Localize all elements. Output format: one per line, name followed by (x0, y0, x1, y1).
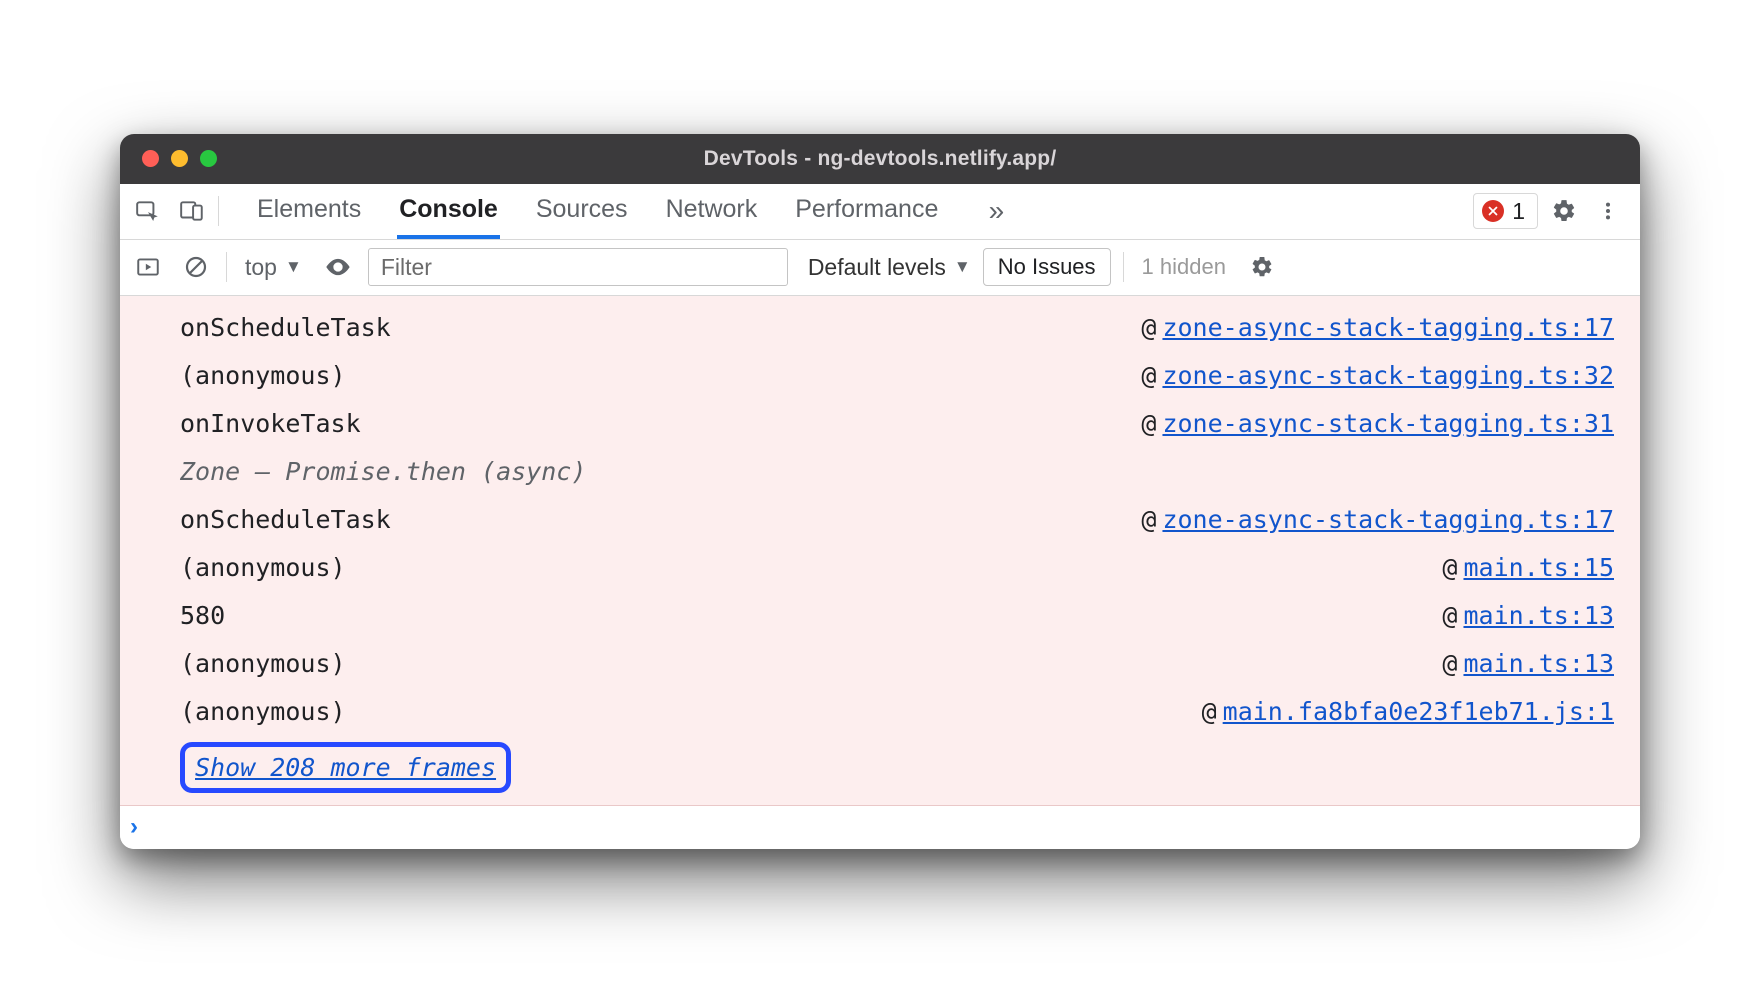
stack-frame: 580 @main.ts:13 (180, 592, 1614, 640)
log-levels-label: Default levels (808, 254, 946, 281)
stack-frame-function: (anonymous) (180, 640, 346, 688)
stack-frame-source: @zone-async-stack-tagging.ts:17 (1141, 496, 1614, 544)
stack-frame-function: (anonymous) (180, 544, 346, 592)
issues-button[interactable]: No Issues (983, 248, 1111, 286)
device-toolbar-icon[interactable] (174, 193, 210, 229)
tab-performance[interactable]: Performance (793, 184, 940, 239)
stack-frame: onScheduleTask @zone-async-stack-tagging.… (180, 304, 1614, 352)
at-symbol: @ (1442, 649, 1457, 678)
at-symbol: @ (1141, 409, 1156, 438)
stack-frame-function: Zone — Promise.then (async) (180, 448, 586, 496)
stack-frame-function: (anonymous) (180, 352, 346, 400)
prompt-caret-icon: › (130, 813, 138, 841)
console-settings-icon[interactable] (1244, 249, 1280, 285)
stack-frame-link[interactable]: zone-async-stack-tagging.ts:31 (1162, 409, 1614, 438)
chevron-down-icon: ▼ (954, 257, 971, 277)
console-toolbar: top ▼ Default levels ▼ No Issues 1 hidde… (120, 240, 1640, 296)
inspect-element-icon[interactable] (130, 193, 166, 229)
stack-frame-source: @zone-async-stack-tagging.ts:17 (1141, 304, 1614, 352)
stack-frame: onScheduleTask @zone-async-stack-tagging.… (180, 496, 1614, 544)
settings-icon[interactable] (1546, 193, 1582, 229)
stack-frame: onInvokeTask @zone-async-stack-tagging.ts… (180, 400, 1614, 448)
tab-sources[interactable]: Sources (534, 184, 630, 239)
show-more-frames-link[interactable]: Show 208 more frames (180, 742, 511, 793)
stack-frame-link[interactable]: zone-async-stack-tagging.ts:17 (1162, 313, 1614, 342)
stack-frame-source: @zone-async-stack-tagging.ts:32 (1141, 352, 1614, 400)
tab-console[interactable]: Console (397, 184, 500, 239)
console-prompt[interactable]: › (120, 805, 1640, 849)
panel-tabs-bar: Elements Console Sources Network Perform… (120, 184, 1640, 240)
stack-frame-function: onInvokeTask (180, 400, 361, 448)
window-title: DevTools - ng-devtools.netlify.app/ (120, 147, 1640, 171)
traffic-lights (120, 150, 217, 167)
stack-frame-function: 580 (180, 592, 225, 640)
stack-frame: (anonymous) @main.ts:13 (180, 640, 1614, 688)
context-label: top (245, 254, 277, 281)
stack-frame-link[interactable]: zone-async-stack-tagging.ts:17 (1162, 505, 1614, 534)
at-symbol: @ (1442, 601, 1457, 630)
stack-frame: (anonymous) @zone-async-stack-tagging.ts:… (180, 352, 1614, 400)
close-window-button[interactable] (142, 150, 159, 167)
at-symbol: @ (1141, 361, 1156, 390)
stack-frame-link[interactable]: main.fa8bfa0e23f1eb71.js:1 (1223, 697, 1614, 726)
minimize-window-button[interactable] (171, 150, 188, 167)
error-icon (1482, 200, 1504, 222)
stack-frame-link[interactable]: main.ts:13 (1463, 649, 1614, 678)
at-symbol: @ (1442, 553, 1457, 582)
devtools-window: DevTools - ng-devtools.netlify.app/ Elem… (120, 134, 1640, 849)
at-symbol: @ (1141, 313, 1156, 342)
stack-frame-source: @main.ts:13 (1442, 640, 1614, 688)
stack-async-separator: Zone — Promise.then (async) (180, 448, 1614, 496)
tab-elements[interactable]: Elements (255, 184, 363, 239)
tab-network[interactable]: Network (664, 184, 760, 239)
kebab-menu-icon[interactable] (1590, 193, 1626, 229)
context-selector[interactable]: top ▼ (239, 254, 308, 281)
stack-frame-function: onScheduleTask (180, 304, 391, 352)
at-symbol: @ (1141, 505, 1156, 534)
clear-console-icon[interactable] (178, 249, 214, 285)
more-tabs-button[interactable]: » (978, 193, 1014, 229)
chevron-double-right-icon: » (989, 195, 1005, 227)
error-count-badge[interactable]: 1 (1473, 193, 1538, 229)
stack-frame-source: @main.fa8bfa0e23f1eb71.js:1 (1202, 688, 1614, 736)
stack-trace: onScheduleTask@zone-async-stack-tagging.… (120, 296, 1640, 805)
panel-tabs: Elements Console Sources Network Perform… (255, 184, 940, 239)
maximize-window-button[interactable] (200, 150, 217, 167)
stack-frame-function: onScheduleTask (180, 496, 391, 544)
titlebar: DevTools - ng-devtools.netlify.app/ (120, 134, 1640, 184)
stack-frame-source: @main.ts:15 (1442, 544, 1614, 592)
stack-frame-link[interactable]: main.ts:15 (1463, 553, 1614, 582)
stack-frame-link[interactable]: main.ts:13 (1463, 601, 1614, 630)
separator (218, 196, 219, 226)
at-symbol: @ (1202, 697, 1217, 726)
chevron-down-icon: ▼ (285, 257, 302, 277)
toggle-sidebar-icon[interactable] (130, 249, 166, 285)
separator (1123, 252, 1124, 282)
stack-frame-function: (anonymous) (180, 688, 346, 736)
stack-frame-source: @zone-async-stack-tagging.ts:31 (1141, 400, 1614, 448)
separator (226, 252, 227, 282)
stack-frame-link[interactable]: zone-async-stack-tagging.ts:32 (1162, 361, 1614, 390)
error-count: 1 (1512, 198, 1525, 225)
stack-frame: (anonymous) @main.fa8bfa0e23f1eb71.js:1 (180, 688, 1614, 736)
filter-input[interactable] (368, 248, 788, 286)
stack-frame-source: @main.ts:13 (1442, 592, 1614, 640)
live-expression-icon[interactable] (320, 249, 356, 285)
stack-frame: (anonymous) @main.ts:15 (180, 544, 1614, 592)
log-levels-selector[interactable]: Default levels ▼ (808, 254, 971, 281)
hidden-messages-label: 1 hidden (1136, 254, 1232, 280)
